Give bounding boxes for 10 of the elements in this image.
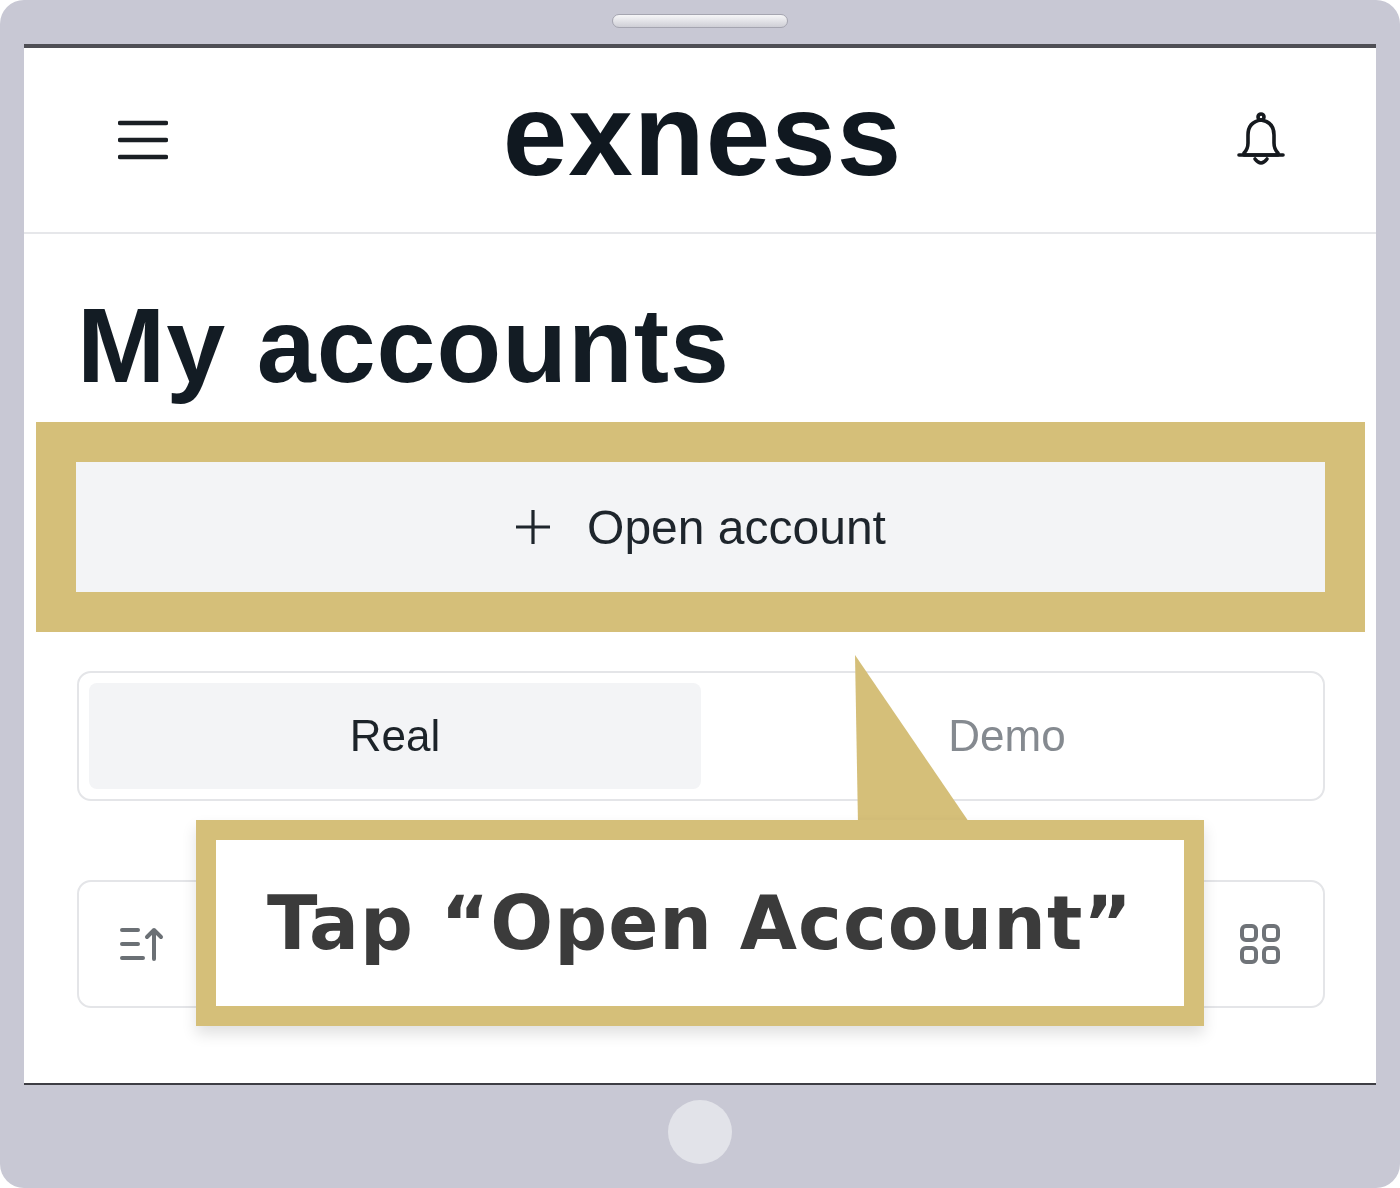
page-title: My accounts <box>77 285 732 406</box>
brand-logo: exness <box>502 77 903 202</box>
menu-icon[interactable] <box>118 120 168 160</box>
notification-bell-icon[interactable] <box>1235 112 1287 168</box>
account-tab[interactable]: Real <box>89 683 701 789</box>
open-account-button[interactable]: Open account <box>76 462 1325 592</box>
plus-icon <box>515 509 552 545</box>
grid-view-icon[interactable] <box>1240 924 1280 964</box>
sort-icon[interactable] <box>120 927 164 961</box>
callout-text: Tap “Open Account” <box>267 880 1133 966</box>
